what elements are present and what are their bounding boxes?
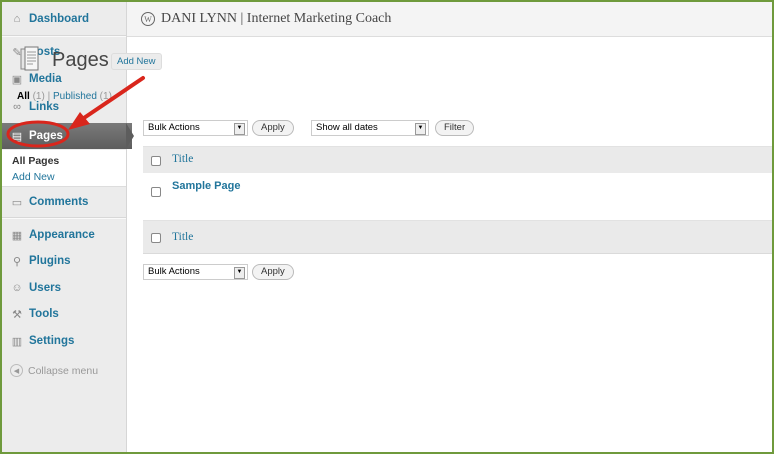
sidebar-item-label: Settings bbox=[29, 335, 75, 347]
sidebar-item-plugins[interactable]: ⚲ Plugins bbox=[2, 248, 126, 274]
users-icon: ☺ bbox=[11, 282, 23, 294]
chevron-down-icon: ▼ bbox=[234, 123, 245, 135]
home-icon: ⌂ bbox=[13, 13, 21, 25]
sidebar-item-label: Appearance bbox=[29, 229, 95, 241]
settings-icon: ▥ bbox=[11, 335, 23, 348]
sidebar-item-dashboard[interactable]: ⌂ Dashboard bbox=[2, 6, 126, 32]
filter-all-count: (1) bbox=[32, 91, 45, 102]
column-title-header[interactable]: Title bbox=[172, 153, 193, 165]
menu-separator bbox=[2, 217, 126, 219]
tools-icon: ⚒ bbox=[12, 308, 22, 321]
select-all-checkbox[interactable] bbox=[151, 156, 161, 166]
filter-all-link[interactable]: All bbox=[17, 91, 30, 102]
appearance-icon: ▦ bbox=[11, 229, 23, 242]
sidebar-item-label: Users bbox=[29, 282, 61, 294]
sidebar-item-label: Plugins bbox=[29, 255, 71, 267]
sidebar-item-tools[interactable]: ⚒ Tools bbox=[2, 301, 126, 327]
chevron-down-icon: ▼ bbox=[234, 267, 245, 279]
media-icon: ▣ bbox=[11, 73, 23, 86]
sidebar-item-pages[interactable]: ▤ Pages bbox=[2, 123, 134, 149]
page-title-link[interactable]: Sample Page bbox=[172, 180, 240, 192]
sidebar-item-label: Pages bbox=[29, 130, 63, 142]
sidebar-item-label: Comments bbox=[29, 196, 89, 208]
chevron-down-icon: ▼ bbox=[415, 123, 426, 135]
sidebar-item-label: Media bbox=[29, 73, 62, 85]
link-icon: ∞ bbox=[13, 101, 21, 113]
filter-button[interactable]: Filter bbox=[435, 120, 475, 136]
current-menu-arrow bbox=[126, 123, 134, 149]
bulk-actions-select-top[interactable]: Bulk Actions ▼ bbox=[143, 120, 248, 136]
column-title-footer[interactable]: Title bbox=[172, 231, 193, 243]
menu-separator bbox=[2, 35, 126, 37]
submenu-add-new[interactable]: Add New bbox=[12, 171, 55, 183]
plugin-icon: ⚲ bbox=[12, 255, 22, 268]
apply-button-top[interactable]: Apply bbox=[252, 120, 294, 136]
add-new-page-button[interactable]: Add New bbox=[111, 53, 162, 70]
table-header: Title bbox=[143, 146, 772, 174]
date-filter-select[interactable]: Show all dates ▼ bbox=[311, 120, 429, 136]
select-all-checkbox-footer[interactable] bbox=[151, 233, 161, 243]
filter-published-link[interactable]: Published bbox=[53, 91, 97, 102]
submenu-all-pages[interactable]: All Pages bbox=[12, 155, 59, 167]
sidebar-item-appearance[interactable]: ▦ Appearance bbox=[2, 222, 126, 248]
sidebar-item-users[interactable]: ☺ Users bbox=[2, 275, 126, 301]
collapse-menu-label: Collapse menu bbox=[28, 364, 99, 377]
filter-separator: | bbox=[47, 91, 51, 102]
bulk-actions-value: Bulk Actions bbox=[148, 266, 200, 277]
row-checkbox[interactable] bbox=[151, 187, 161, 197]
apply-button-bottom[interactable]: Apply bbox=[252, 264, 294, 280]
pages-submenu: All Pages Add New bbox=[2, 150, 126, 187]
collapse-arrow-icon: ◀ bbox=[10, 364, 23, 377]
pages-heading-icon bbox=[20, 46, 39, 71]
admin-header: W DANI LYNN | Internet Marketing Coach bbox=[127, 2, 772, 37]
filter-published-count: (1) bbox=[99, 91, 112, 102]
sidebar-item-label: Tools bbox=[29, 308, 59, 320]
sidebar-item-label: Links bbox=[29, 101, 60, 113]
wordpress-logo-icon: W bbox=[141, 12, 155, 26]
comment-icon: ▭ bbox=[11, 196, 23, 209]
status-filter-links: All (1) | Published (1) bbox=[17, 91, 112, 102]
page-title: Pages bbox=[52, 49, 109, 71]
admin-window: ⌂ Dashboard ✎ Posts ▣ Media ∞ Links ▤ Pa… bbox=[0, 0, 774, 454]
site-title-text: DANI LYNN | Internet Marketing Coach bbox=[161, 11, 392, 26]
table-footer: Title bbox=[143, 220, 772, 254]
sidebar-item-label: Dashboard bbox=[29, 13, 90, 25]
collapse-menu-button[interactable]: ◀ Collapse menu bbox=[10, 364, 98, 377]
table-row: Sample Page bbox=[143, 173, 772, 220]
date-filter-value: Show all dates bbox=[316, 122, 378, 133]
sidebar-item-comments[interactable]: ▭ Comments bbox=[2, 189, 126, 215]
bulk-actions-value: Bulk Actions bbox=[148, 122, 200, 133]
site-title[interactable]: W DANI LYNN | Internet Marketing Coach bbox=[141, 11, 391, 27]
bulk-actions-select-bottom[interactable]: Bulk Actions ▼ bbox=[143, 264, 248, 280]
sidebar-item-settings[interactable]: ▥ Settings bbox=[2, 328, 126, 354]
pages-icon: ▤ bbox=[11, 130, 23, 143]
